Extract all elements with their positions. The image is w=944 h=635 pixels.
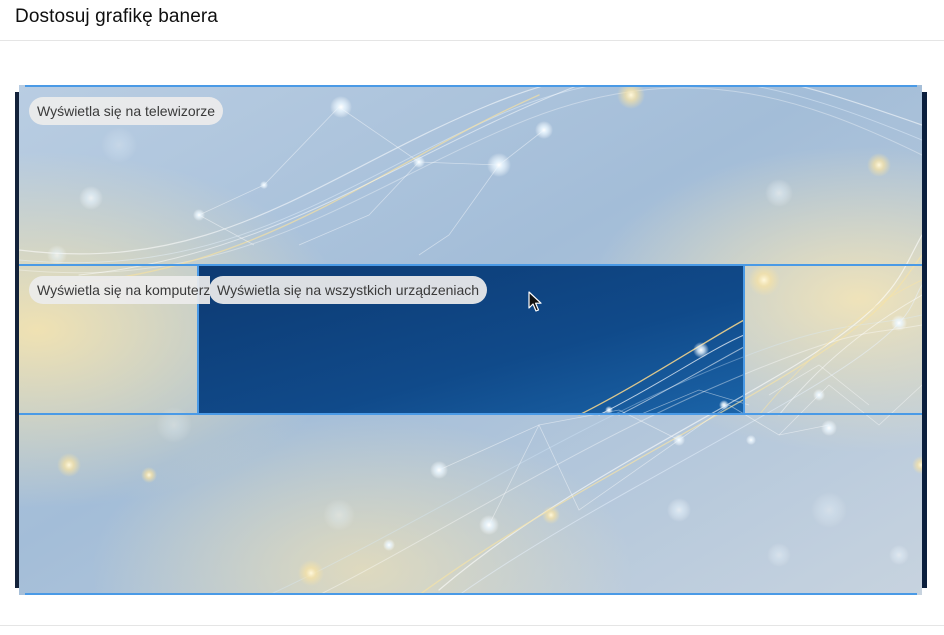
tv-area-label: Wyświetla się na telewizorze: [29, 97, 224, 125]
dialog-header: Dostosuj grafikę banera: [0, 0, 944, 41]
footer-divider: [0, 625, 944, 626]
all-devices-area-label: Wyświetla się na wszystkich urządzeniach: [209, 276, 488, 304]
dialog-title: Dostosuj grafikę banera: [15, 6, 218, 27]
desktop-area-label: Wyświetla się na komputerze: [29, 276, 210, 304]
desktop-crop-bottom-edge[interactable]: [19, 413, 922, 415]
safe-area-right-edge[interactable]: [743, 265, 745, 415]
banner-crop-editor[interactable]: Wyświetla się na telewizorze Wyświetla s…: [15, 85, 927, 595]
desktop-crop-top-edge[interactable]: [19, 264, 922, 266]
mouse-pointer-icon: [528, 291, 542, 312]
image-edge-right: [922, 92, 927, 588]
banner-image: [19, 85, 922, 595]
